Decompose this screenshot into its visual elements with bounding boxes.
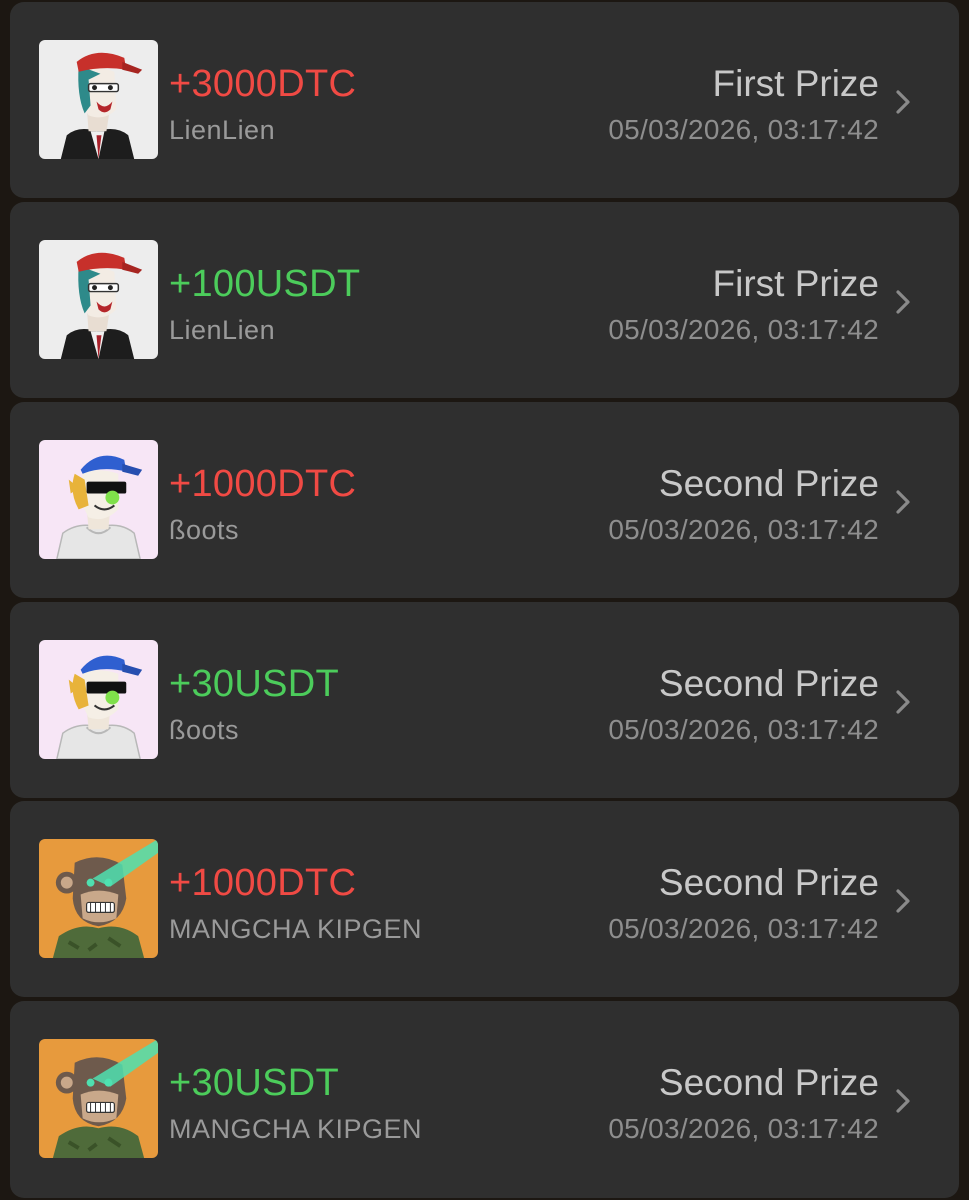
chevron-right-icon — [893, 887, 915, 915]
chevron-right-icon — [893, 1087, 915, 1115]
prize-tier-label: Second Prize — [658, 463, 879, 504]
prize-timestamp: 05/03/2026, 03:17:42 — [608, 913, 879, 944]
prize-timestamp: 05/03/2026, 03:17:42 — [608, 114, 879, 145]
prize-record-list: +3000DTC LienLien First Prize 05/03/2026… — [0, 0, 969, 1200]
red-cap-punk-avatar-icon — [39, 40, 158, 159]
prize-tier-label: Second Prize — [658, 663, 879, 704]
prize-record-card[interactable]: +1000DTC MANGCHA KIPGEN Second Prize 05/… — [10, 801, 959, 997]
red-cap-punk-avatar-icon — [39, 240, 158, 359]
prize-timestamp: 05/03/2026, 03:17:42 — [608, 314, 879, 345]
prize-timestamp: 05/03/2026, 03:17:42 — [608, 514, 879, 545]
ape-laser-eyes-avatar-icon — [39, 839, 158, 958]
prize-timestamp: 05/03/2026, 03:17:42 — [608, 714, 879, 745]
prize-record-card[interactable]: +100USDT LienLien First Prize 05/03/2026… — [10, 202, 959, 398]
prize-record-card[interactable]: +30USDT ßoots Second Prize 05/03/2026, 0… — [10, 602, 959, 798]
prize-tier-label: Second Prize — [658, 1062, 879, 1103]
prize-amount: +100USDT — [169, 263, 361, 305]
winner-username: LienLien — [169, 115, 276, 145]
chevron-right-icon — [893, 88, 915, 116]
prize-tier-label: First Prize — [712, 263, 880, 304]
ape-laser-eyes-avatar-icon — [39, 1039, 158, 1158]
prize-amount: +1000DTC — [169, 862, 357, 904]
winner-username: ßoots — [169, 515, 240, 545]
blue-cap-sunglasses-avatar-icon — [39, 640, 158, 759]
winner-username: MANGCHA KIPGEN — [169, 1114, 423, 1144]
prize-record-card[interactable]: +30USDT MANGCHA KIPGEN Second Prize 05/0… — [10, 1001, 959, 1198]
prize-tier-label: First Prize — [712, 63, 880, 104]
prize-amount: +30USDT — [169, 663, 340, 705]
chevron-right-icon — [893, 288, 915, 316]
prize-amount: +1000DTC — [169, 463, 357, 505]
chevron-right-icon — [893, 688, 915, 716]
prize-amount: +3000DTC — [169, 63, 357, 105]
prize-timestamp: 05/03/2026, 03:17:42 — [608, 1113, 879, 1144]
prize-record-card[interactable]: +3000DTC LienLien First Prize 05/03/2026… — [10, 2, 959, 198]
blue-cap-sunglasses-avatar-icon — [39, 440, 158, 559]
prize-record-card[interactable]: +1000DTC ßoots Second Prize 05/03/2026, … — [10, 402, 959, 598]
prize-tier-label: Second Prize — [658, 862, 879, 903]
chevron-right-icon — [893, 488, 915, 516]
winner-username: MANGCHA KIPGEN — [169, 914, 423, 944]
winner-username: ßoots — [169, 715, 240, 745]
prize-amount: +30USDT — [169, 1062, 340, 1104]
winner-username: LienLien — [169, 315, 276, 345]
